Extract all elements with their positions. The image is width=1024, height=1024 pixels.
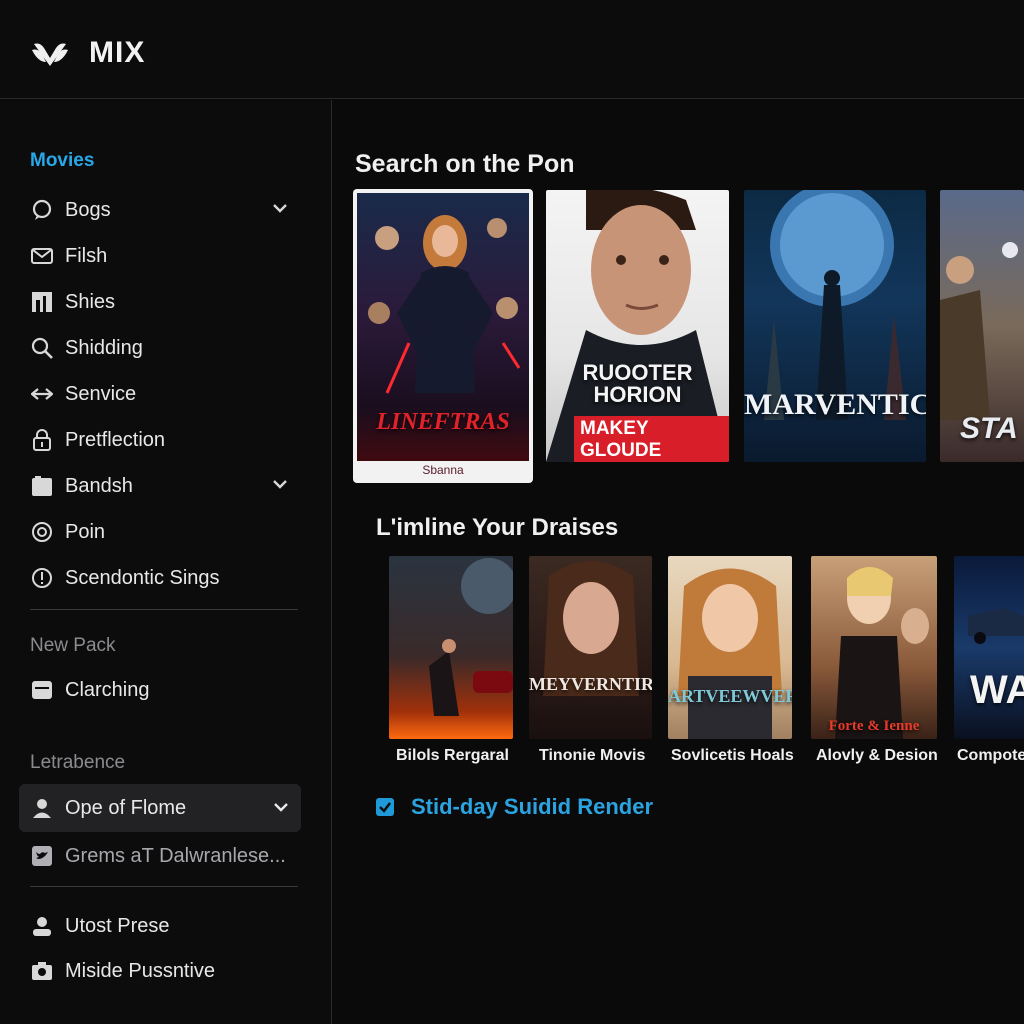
sidebar-item-shies[interactable]: Shies [30,282,300,322]
poster-card[interactable]: RUOOTER HORION MAKEY GLOUDE [546,190,729,462]
section-label-new-pack: New Pack [30,635,116,656]
chat-bubble-icon [30,198,54,222]
poster-card[interactable] [389,556,513,739]
poster-title: STA [960,412,1018,445]
sidebar-item-bogs[interactable]: Bogs [30,190,300,230]
section-title-search: Search on the Pon [355,150,575,178]
poster-card[interactable]: MARVENTIC [744,190,926,462]
sidebar-divider [30,886,298,887]
poster-card[interactable]: MEYVERNTIR [529,556,652,739]
poster-card[interactable]: ARTVEEWVER [668,556,792,739]
check-icon [379,802,391,813]
poster-title: WAI [970,668,1024,712]
search-icon [30,336,54,360]
checkbox[interactable] [376,798,394,816]
winged-logo-icon[interactable] [30,36,70,72]
alert-circle-icon [30,566,54,590]
sidebar-item-senvice[interactable]: Senvice [30,374,300,414]
section-title-imline: L'imline Your Draises [376,514,619,541]
arrows-icon [30,382,54,406]
camera-icon [30,959,54,983]
poster-portrait-illustration [678,568,782,739]
sidebar-item-miside-pussntive[interactable]: Miside Pussntive [30,951,300,991]
mail-icon [30,244,54,268]
sidebar-item-label: Pretflection [65,428,166,451]
poster-caption: Tinonie Movis [539,747,646,764]
chevron-down-icon[interactable] [271,797,291,817]
section-label-letrabence: Letrabence [30,752,126,773]
globe-icon [30,520,54,544]
sidebar-item-label: Scendontic Sings [65,566,220,589]
sidebar-item-clarching[interactable]: Clarching [30,670,300,710]
sidebar-item-label: Utost Prese [65,914,170,937]
sidebar-divider [30,609,298,610]
poster-caption: Compote [957,747,1024,764]
user-icon [30,796,54,820]
sidebar-item-utost-prese[interactable]: Utost Prese [30,906,300,946]
poster-artwork: LINEFTRAS [357,193,529,461]
sidebar-item-label: Filsh [65,244,108,267]
sidebar: Movies Bogs Filsh Shies Shidding Senvice [0,100,332,1024]
poster-subtitle: MAKEY GLOUDE [574,416,729,462]
sidebar-item-label: Shies [65,290,116,313]
sidebar-item-scendontic-sings[interactable]: Scendontic Sings [30,558,300,598]
poster-action-illustration [429,558,513,716]
poster-card[interactable]: LINEFTRAS Sbanna [353,189,533,483]
poster-title: ARTVEEWVER [668,686,792,706]
sidebar-item-label: Miside Pussntive [65,959,216,982]
poster-title: RUOOTER HORION [582,360,693,407]
chevron-down-icon[interactable] [270,198,290,218]
sidebar-item-pretflection[interactable]: Pretflection [30,420,300,460]
poster-card[interactable]: STA [940,190,1024,462]
poster-portrait-illustration [543,561,639,696]
poster-couple-illustration [835,567,929,739]
poster-caption: Bilols Rergaral [396,747,509,764]
sidebar-item-poin[interactable]: Poin [30,512,300,552]
poster-title: MARVENTIC [744,388,926,421]
poster-card[interactable]: WAI [954,556,1024,739]
sidebar-item-label: Clarching [65,678,150,701]
sidebar-item-label: Grems aT Dalwranlese... [65,844,286,867]
folder-icon [30,474,54,498]
sidebar-item-label: Shidding [65,336,143,359]
checkbox-label[interactable]: Stid-day Suidid Render [411,794,653,820]
poster-subtitle: Sbanna [422,463,464,477]
poster-caption: Sovlicetis Hoals [671,747,794,764]
sidebar-item-grems[interactable]: Grems aT Dalwranlese... [30,836,300,876]
sidebar-heading-movies[interactable]: Movies [30,150,94,172]
sidebar-item-shidding[interactable]: Shidding [30,328,300,368]
sidebar-item-filsh[interactable]: Filsh [30,236,300,276]
bird-icon [30,844,54,868]
poster-caption: Alovly & Desion [816,747,938,764]
sidebar-item-label: Senvice [65,382,137,405]
lock-icon [30,428,54,452]
poster-card[interactable]: Forte & Ienne [811,556,937,739]
chevron-down-icon[interactable] [270,474,290,494]
sidebar-item-label: Ope of Flome [65,796,187,819]
poster-title: Forte & Ienne [828,718,920,734]
grid-tile-icon [30,290,54,314]
poster-title: LINEFTRAS [376,409,510,435]
sidebar-item-ope-of-flome[interactable]: Ope of Flome [19,784,301,832]
top-bar: MIX [0,0,1024,99]
card-icon [30,678,54,702]
sidebar-item-label: Poin [65,520,106,543]
sidebar-item-bandsh[interactable]: Bandsh [30,466,300,506]
poster-title: MEYVERNTIR [529,674,652,694]
app-title: MIX [89,36,146,69]
person-icon [30,914,54,938]
sidebar-item-label: Bandsh [65,474,133,497]
sidebar-item-label: Bogs [65,198,111,221]
